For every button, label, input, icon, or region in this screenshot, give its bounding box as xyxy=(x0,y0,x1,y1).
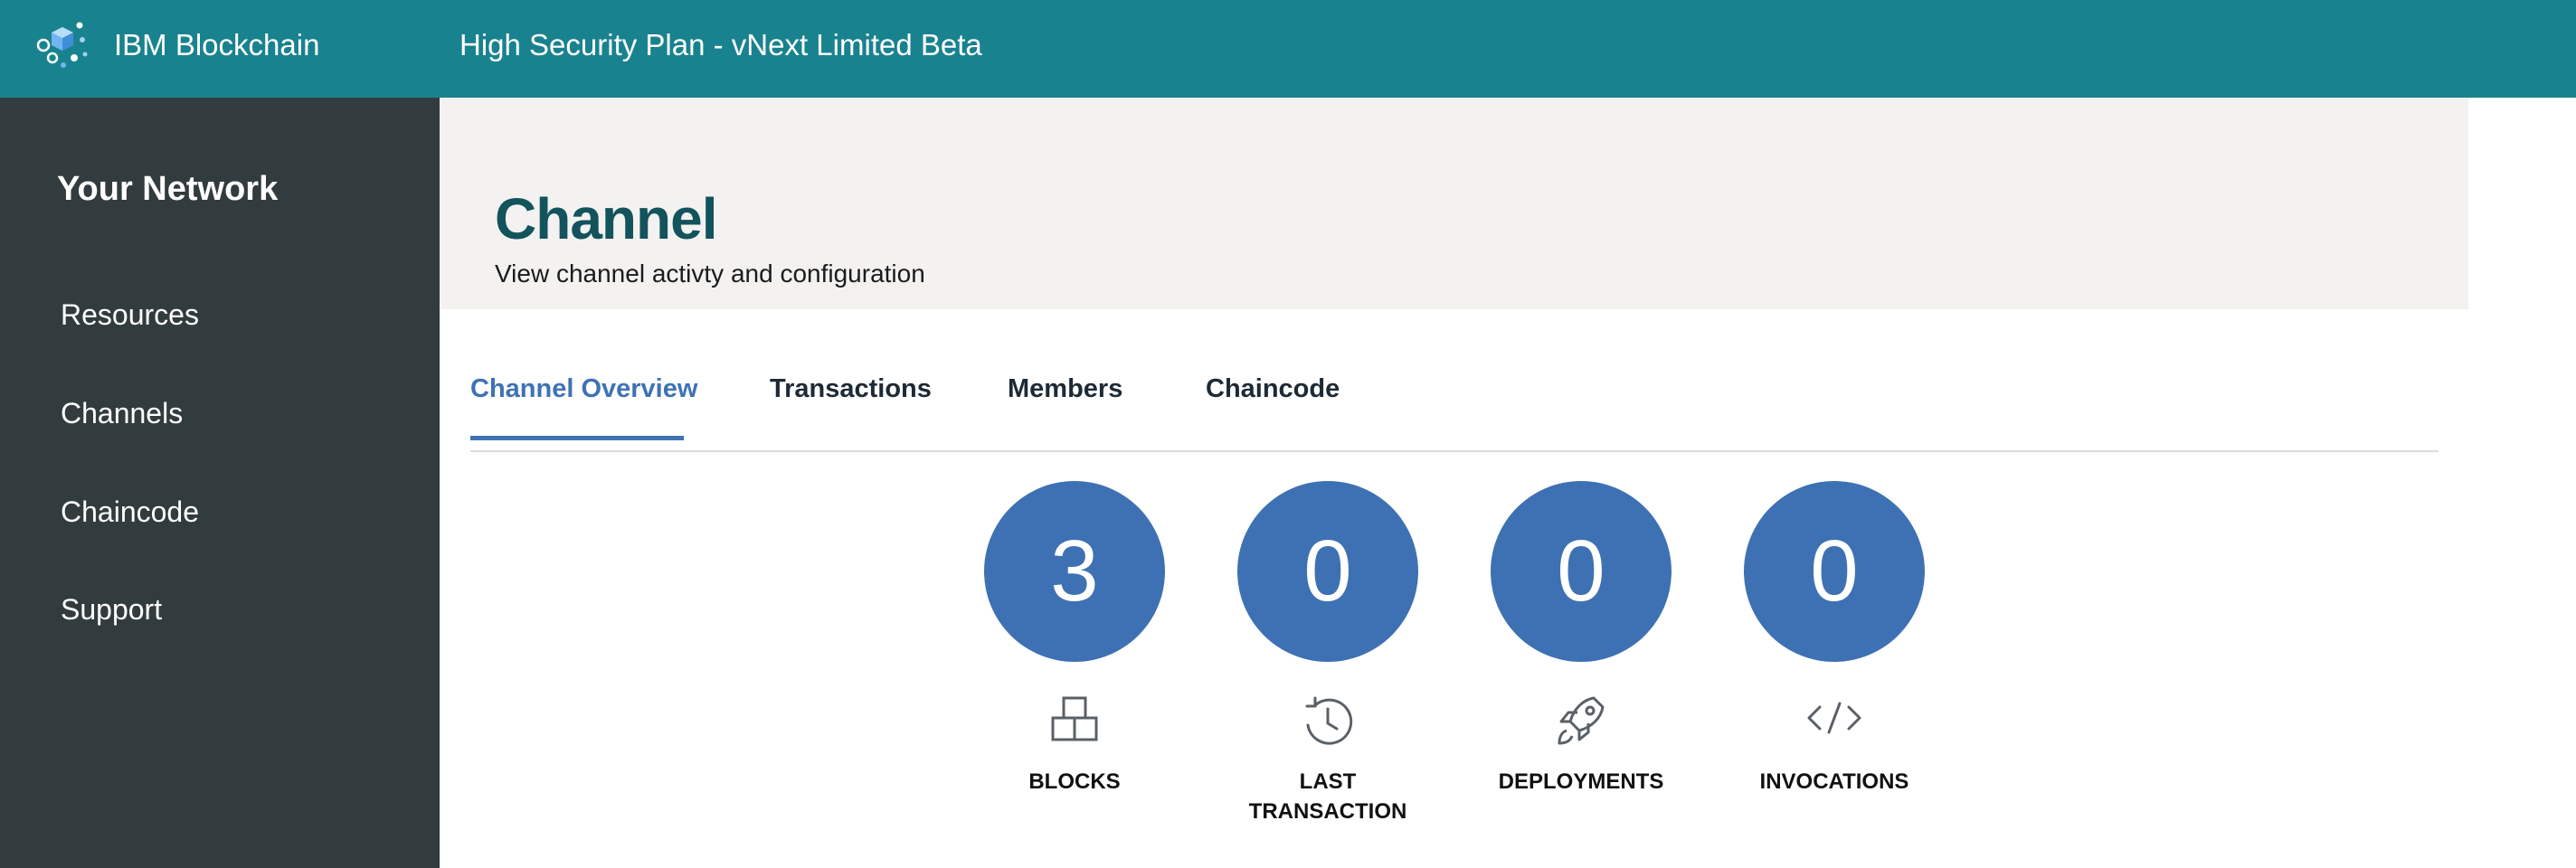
plan-title: High Security Plan - vNext Limited Beta xyxy=(459,28,982,61)
stat-value: 0 xyxy=(1237,481,1418,662)
code-icon xyxy=(1807,702,1861,734)
stat-deployments: 0 DEPLOYMENTS xyxy=(1491,481,1672,825)
tab-bar-divider xyxy=(470,450,2439,452)
stat-value: 0 xyxy=(1491,481,1672,662)
sidebar-item-chaincode[interactable]: Chaincode xyxy=(61,494,199,530)
sidebar-item-resources[interactable]: Resources xyxy=(61,297,199,333)
stat-label: BLOCKS xyxy=(1028,769,1121,794)
top-bar: IBM Blockchain High Security Plan - vNex… xyxy=(0,0,2576,98)
clock-icon xyxy=(1305,696,1353,745)
stat-value: 3 xyxy=(984,481,1165,662)
tab-transactions[interactable]: Transactions xyxy=(770,371,932,407)
stat-label: LAST TRANSACTION xyxy=(1248,769,1407,824)
stat-blocks: 3 BLOCKS xyxy=(984,481,1165,825)
tab-members[interactable]: Members xyxy=(1008,371,1122,407)
sidebar: Your Network Resources Channels Chaincod… xyxy=(0,98,440,868)
blocks-icon xyxy=(1051,696,1098,741)
stat-label: DEPLOYMENTS xyxy=(1498,769,1664,794)
sidebar-item-support[interactable]: Support xyxy=(61,591,162,627)
blockchain-logo-icon[interactable] xyxy=(34,16,90,72)
page-title: Channel xyxy=(495,186,717,251)
stat-last-transaction: 0 LAST TRANSACTION xyxy=(1237,481,1418,825)
brand-name[interactable]: IBM Blockchain xyxy=(114,27,319,63)
tab-bar: Channel Overview Transactions Members Ch… xyxy=(470,371,2439,452)
page-subtitle: View channel activty and configuration xyxy=(495,259,925,288)
tab-chaincode[interactable]: Chaincode xyxy=(1206,371,1340,407)
stat-value: 0 xyxy=(1744,481,1925,662)
tab-channel-overview[interactable]: Channel Overview xyxy=(470,371,697,407)
stat-invocations: 0 INVOCATIONS xyxy=(1744,481,1925,825)
page-header: Channel View channel activty and configu… xyxy=(440,98,2468,309)
stat-label: INVOCATIONS xyxy=(1759,769,1909,794)
active-tab-indicator xyxy=(470,436,684,440)
sidebar-title: Your Network xyxy=(57,170,279,208)
sidebar-item-channels[interactable]: Channels xyxy=(61,395,183,431)
rocket-icon xyxy=(1558,696,1605,745)
